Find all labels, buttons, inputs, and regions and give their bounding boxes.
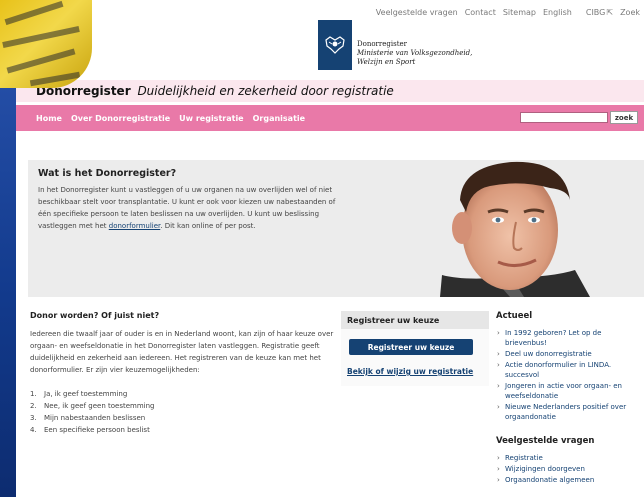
rijksoverheid-logo-icon [318, 20, 352, 70]
actueel-link[interactable]: Actie donorformulier in LINDA. succesvol [496, 360, 642, 380]
main-navigation: Home Over Donorregistratie Uw registrati… [16, 105, 644, 131]
cibg-label: CIBG [585, 7, 606, 17]
register-box-title: Registreer uw keuze [341, 311, 489, 329]
actueel-list: In 1992 geboren? Let op de brievenbus! D… [496, 328, 642, 422]
logo-line-2: Ministerie van Volksgezondheid, [357, 49, 473, 57]
actueel-heading: Actueel [496, 311, 533, 321]
register-button[interactable]: Registreer uw keuze [349, 339, 473, 355]
list-item: 4. Een specifieke persoon beslist [30, 424, 334, 436]
nav-item-uw-registratie[interactable]: Uw registratie [179, 114, 243, 123]
nav-item-over-donorregistratie[interactable]: Over Donorregistratie [71, 114, 170, 123]
donor-section: Donor worden? Of juist niet? Iedereen di… [30, 311, 334, 436]
hero-heading: Wat is het Donorregister? [38, 168, 177, 179]
donor-heading: Donor worden? Of juist niet? [30, 311, 160, 320]
browser-page: Veelgestelde vragen Contact Sitemap Engl… [16, 0, 644, 497]
nav-item-home[interactable]: Home [36, 114, 62, 123]
topbar-link-faq[interactable]: Veelgestelde vragen [376, 8, 458, 17]
list-number: 2. [30, 402, 37, 410]
list-item: 3. Mijn nabestaanden beslissen [30, 412, 334, 424]
actueel-link[interactable]: Jongeren in actie voor orgaan- en weefse… [496, 381, 642, 401]
list-text: Nee, ik geef geen toestemming [44, 402, 155, 410]
faq-link[interactable]: Wijzigingen doorgeven [496, 464, 642, 474]
list-text: Ja, ik geef toestemming [44, 390, 128, 398]
site-title-bar: Donorregister Duidelijkheid en zekerheid… [16, 80, 644, 102]
list-number: 4. [30, 426, 37, 434]
external-link-icon: ⇱ [606, 7, 614, 17]
actueel-link[interactable]: In 1992 geboren? Let op de brievenbus! [496, 328, 642, 348]
topbar-link-contact[interactable]: Contact [465, 8, 496, 17]
hero-intro-tail: . Dit kan online of per post. [160, 222, 256, 230]
topbar-link-english[interactable]: English [543, 8, 572, 17]
nav-item-organisatie[interactable]: Organisatie [253, 114, 305, 123]
faq-link[interactable]: Registratie [496, 453, 642, 463]
list-text: Mijn nabestaanden beslissen [44, 414, 146, 422]
list-item: 1. Ja, ik geef toestemming [30, 388, 334, 400]
list-number: 3. [30, 414, 37, 422]
topbar-link-cibg[interactable]: CIBG⇱ [579, 8, 613, 17]
faq-link[interactable]: Orgaandonatie algemeen [496, 475, 642, 485]
hero-intro: In het Donorregister kunt u vastleggen o… [38, 184, 338, 232]
list-text: Een specifieke persoon beslist [44, 426, 150, 434]
logo-line-1: Donorregister [357, 40, 407, 48]
list-number: 1. [30, 390, 37, 398]
actueel-link[interactable]: Nieuwe Nederlanders positief over orgaan… [496, 402, 642, 422]
topbar-link-zoek[interactable]: Zoek [620, 8, 640, 17]
donor-cards-decoration [0, 0, 92, 88]
faq-list: Registratie Wijzigingen doorgeven Orgaan… [496, 453, 642, 485]
donor-body: Iedereen die twaalf jaar of ouder is en … [30, 330, 334, 374]
logo-text: Donorregister Ministerie van Volksgezond… [357, 40, 472, 67]
hero-panel: Wat is het Donorregister? In het Donorre… [28, 160, 644, 297]
list-item: 2. Nee, ik geef geen toestemming [30, 400, 334, 412]
logo[interactable]: Donorregister Ministerie van Volksgezond… [318, 20, 478, 70]
sidebar: Actueel In 1992 geboren? Let op de briev… [496, 311, 642, 497]
man-portrait-photo [400, 160, 590, 297]
search-button[interactable]: zoek [610, 111, 638, 124]
search-input[interactable] [520, 112, 608, 123]
donorformulier-link[interactable]: donorformulier [109, 222, 161, 230]
faq-heading: Veelgestelde vragen [496, 436, 595, 446]
site-title-tagline: Duidelijkheid en zekerheid door registra… [137, 84, 394, 98]
site-title: Donorregister Duidelijkheid en zekerheid… [36, 84, 394, 98]
view-change-registration-link[interactable]: Bekijk of wijzig uw registratie [347, 367, 473, 376]
topbar-link-sitemap[interactable]: Sitemap [503, 8, 536, 17]
choices-list: 1. Ja, ik geef toestemming 2. Nee, ik geef… [30, 388, 334, 436]
actueel-link[interactable]: Deel uw donorregistratie [496, 349, 642, 359]
logo-line-3: Welzijn en Sport [357, 58, 416, 66]
register-box: Registreer uw keuze Registreer uw keuze … [341, 311, 489, 386]
